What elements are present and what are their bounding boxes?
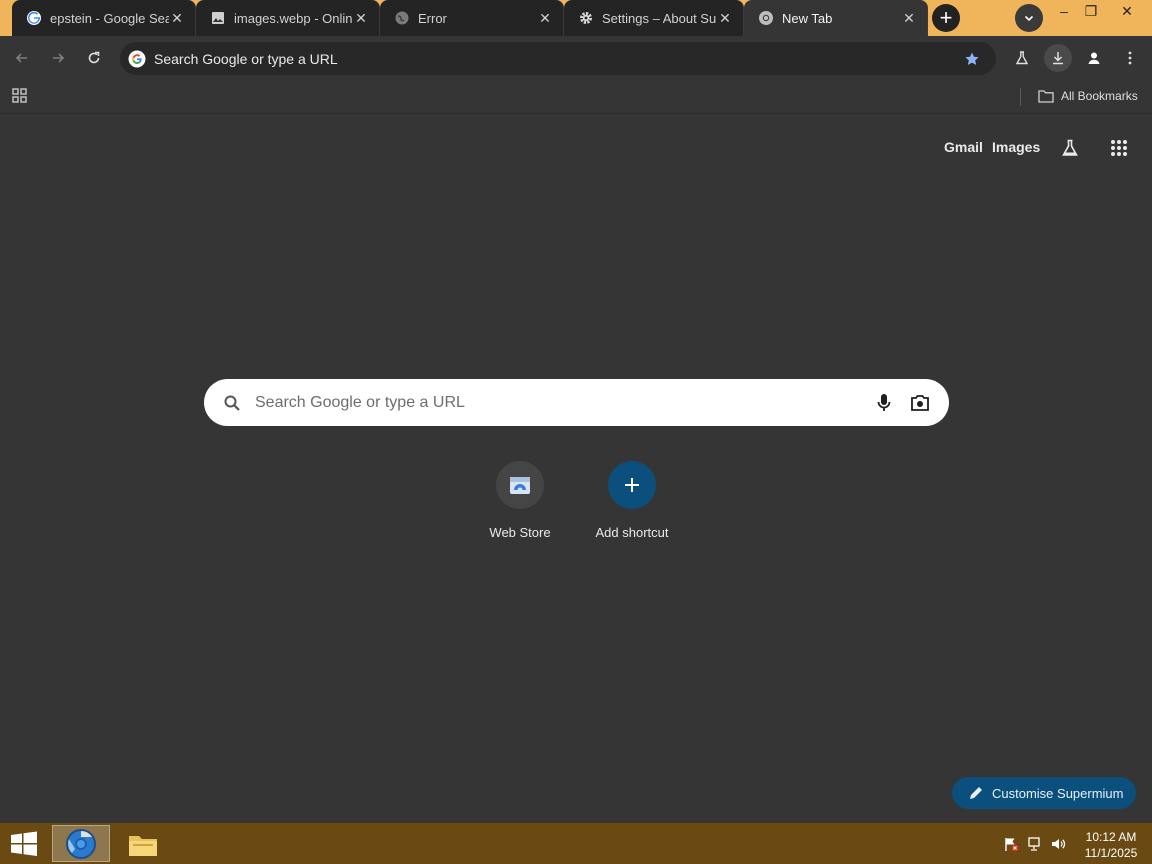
taskbar-clock[interactable]: 10:12 AM 11/1/2025	[1080, 829, 1142, 861]
customise-label: Customise Supermium	[992, 785, 1124, 801]
taskbar: 10:12 AM 11/1/2025	[0, 823, 1152, 864]
shortcut-web-store[interactable]: Web Store	[470, 461, 570, 540]
microphone-icon[interactable]	[873, 392, 895, 414]
all-bookmarks-button[interactable]: All Bookmarks	[1038, 86, 1138, 106]
globe-icon	[394, 10, 410, 26]
gear-icon	[578, 10, 594, 26]
clock-time: 10:12 AM	[1085, 830, 1137, 844]
downloads-button[interactable]	[1044, 44, 1072, 72]
tab-title: New Tab	[782, 10, 833, 26]
folder-icon	[129, 835, 157, 856]
person-icon	[1088, 52, 1100, 64]
taskbar-browser[interactable]	[52, 825, 110, 862]
customise-button[interactable]: Customise Supermium	[952, 777, 1136, 809]
tab-close-button[interactable]: ✕	[169, 10, 185, 26]
tab-new-tab[interactable]: New Tab ✕	[744, 0, 928, 36]
all-bookmarks-label: All Bookmarks	[1061, 89, 1138, 103]
tab-search-button[interactable]	[1015, 4, 1043, 32]
tab-images-webp[interactable]: images.webp - Online ✕	[196, 0, 380, 36]
tab-error[interactable]: Error ✕	[380, 0, 564, 36]
kebab-menu-icon	[1128, 51, 1132, 65]
supermium-browser-icon	[66, 828, 96, 859]
plus-icon	[608, 461, 656, 509]
windows-start-button[interactable]	[10, 831, 38, 857]
back-button[interactable]	[8, 44, 36, 72]
minimize-button[interactable]: –	[1049, 0, 1079, 24]
clock-date: 11/1/2025	[1084, 846, 1138, 860]
chevron-down-icon	[1024, 15, 1034, 22]
windows-logo-icon	[11, 831, 37, 856]
download-icon	[1053, 52, 1063, 65]
tab-title: images.webp - Online	[234, 10, 353, 26]
web-store-icon	[496, 461, 544, 509]
ntp-search-box[interactable]: Search Google or type a URL	[204, 379, 949, 426]
shortcut-label: Web Store	[489, 525, 551, 540]
camera-lens-icon[interactable]	[909, 392, 931, 414]
tab-close-button[interactable]: ✕	[901, 10, 917, 26]
reload-icon	[88, 51, 100, 64]
arrow-right-icon	[53, 53, 65, 63]
network-icon[interactable]	[1026, 835, 1044, 853]
folder-icon	[1038, 90, 1054, 103]
tab-title: Error	[418, 10, 447, 26]
address-bar-text: Search Google or type a URL	[154, 50, 338, 67]
shortcut-label: Add shortcut	[595, 525, 669, 540]
google-g-icon	[128, 50, 146, 68]
bookmark-bar: All Bookmarks	[0, 80, 1152, 114]
tab-google-search[interactable]: epstein - Google Sear ✕	[12, 0, 196, 36]
address-bar[interactable]: Search Google or type a URL	[120, 42, 996, 75]
labs-flask-icon[interactable]	[1058, 136, 1082, 160]
google-g-icon	[26, 10, 42, 26]
ntp-search-placeholder: Search Google or type a URL	[255, 393, 465, 411]
apps-shortcut-button[interactable]	[11, 87, 29, 105]
arrow-left-icon	[15, 53, 27, 63]
forward-button[interactable]	[44, 44, 72, 72]
google-apps-icon[interactable]	[1107, 136, 1131, 160]
action-center-flag-icon[interactable]	[1002, 835, 1020, 853]
tab-close-button[interactable]: ✕	[353, 10, 369, 26]
bookmark-separator	[1020, 88, 1021, 106]
images-link[interactable]: Images	[992, 139, 1040, 155]
tab-close-button[interactable]: ✕	[537, 10, 553, 26]
shortcut-add[interactable]: Add shortcut	[582, 461, 682, 540]
profile-button[interactable]	[1080, 44, 1108, 72]
tab-strip: epstein - Google Sear ✕ images.webp - On…	[0, 0, 1152, 36]
apps-grid-icon	[12, 88, 27, 103]
image-file-icon	[210, 10, 226, 26]
gmail-link[interactable]: Gmail	[944, 139, 983, 155]
search-icon	[221, 392, 243, 414]
tab-title: Settings – About Sup	[602, 10, 717, 26]
tab-title: epstein - Google Sear	[50, 10, 169, 26]
labs-flask-icon[interactable]	[1008, 44, 1036, 72]
menu-button[interactable]	[1116, 44, 1144, 72]
close-window-button[interactable]: ✕	[1112, 0, 1142, 24]
tab-close-button[interactable]: ✕	[717, 10, 733, 26]
restore-button[interactable]: ❐	[1076, 0, 1106, 24]
bookmark-star-icon[interactable]	[960, 47, 984, 71]
new-tab-button[interactable]: +	[932, 4, 960, 32]
taskbar-file-explorer[interactable]	[114, 825, 172, 862]
volume-icon[interactable]	[1049, 835, 1067, 853]
toolbar: Search Google or type a URL	[0, 36, 1152, 80]
tab-settings[interactable]: Settings – About Sup ✕	[564, 0, 744, 36]
reload-button[interactable]	[80, 44, 108, 72]
pencil-icon	[970, 787, 982, 799]
chromium-icon	[758, 10, 774, 26]
